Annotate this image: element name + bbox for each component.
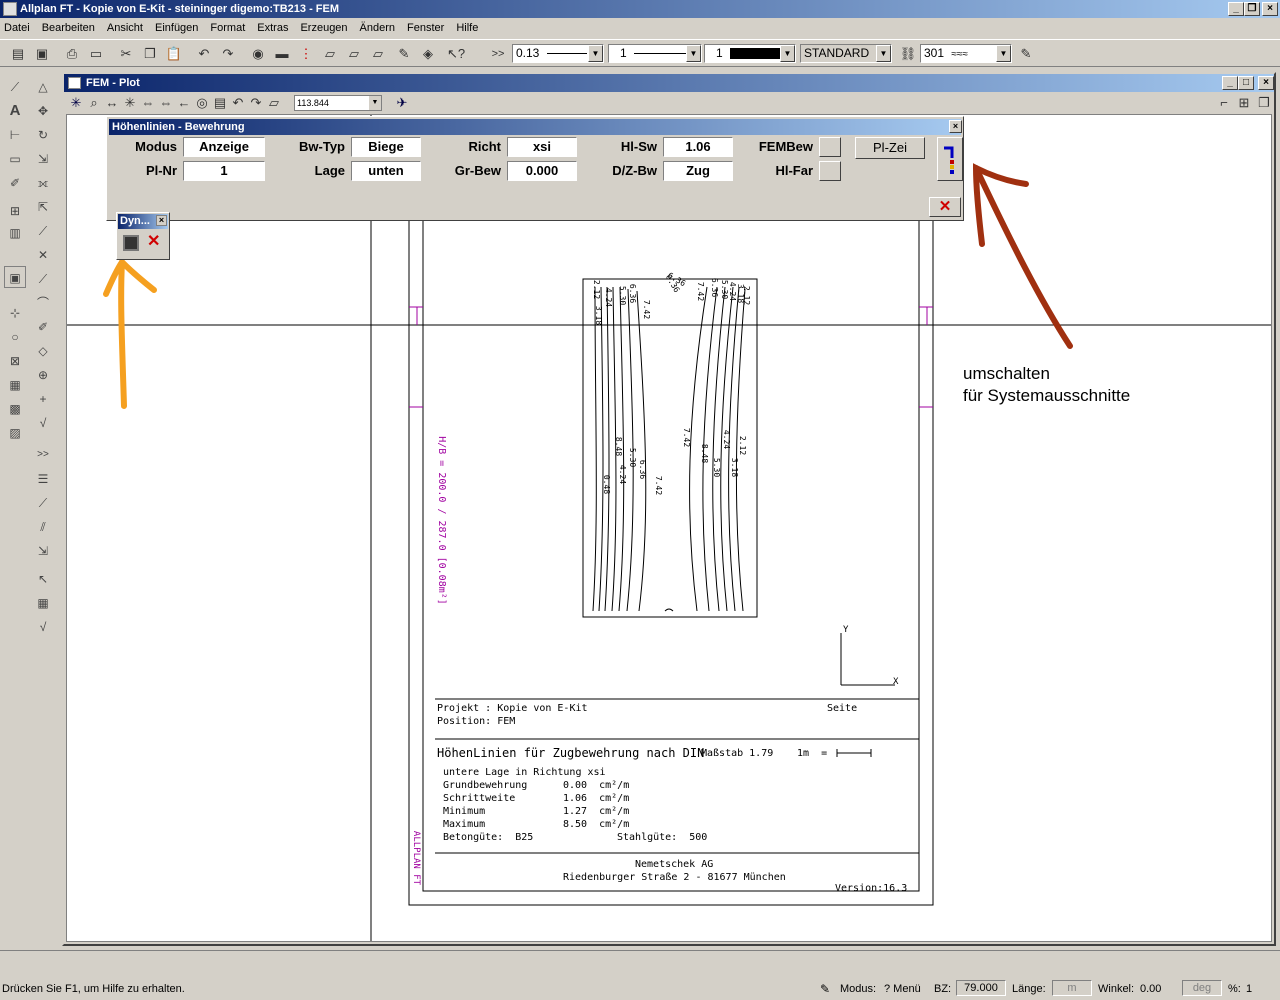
dialog-cancel-icon[interactable]: ✕: [929, 197, 961, 217]
dyn-titlebar: Dyn... ×: [118, 214, 168, 229]
richt-field[interactable]: xsi: [507, 137, 577, 157]
plnr-field[interactable]: 1: [183, 161, 265, 181]
plnr-label: Pl-Nr: [145, 163, 177, 178]
red-x-icon[interactable]: ✕: [147, 231, 160, 251]
command-bar: [0, 950, 1280, 974]
hoehenlinien-dialog: Höhenlinien - Bewehrung × Modus Anzeige …: [106, 116, 964, 221]
dzbw-field[interactable]: Zug: [663, 161, 733, 181]
plzei-button[interactable]: Pl-Zei: [855, 137, 925, 159]
status-winkel-unit: deg: [1182, 980, 1222, 996]
hlfar-label: Hl-Far: [775, 163, 813, 178]
status-help: Drücken Sie F1, um Hilfe zu erhalten.: [2, 983, 185, 995]
system-toggle-icon: [944, 146, 954, 174]
dialog-title: Höhenlinien - Bewehrung: [112, 121, 245, 133]
dialog-titlebar: Höhenlinien - Bewehrung ×: [109, 119, 962, 135]
status-winkel-value: 0.00: [1140, 983, 1162, 995]
grbew-field[interactable]: 0.000: [507, 161, 577, 181]
status-pct-label: %:: [1228, 983, 1241, 995]
orange-arrow: [103, 257, 157, 409]
hlsw-field[interactable]: 1.06: [663, 137, 733, 157]
modus-icon: ✎: [820, 982, 831, 996]
dyn-window: Dyn... × ✕: [116, 212, 170, 260]
grbew-label: Gr-Bew: [454, 163, 501, 178]
hlfar-checkbox[interactable]: [819, 161, 841, 181]
status-bz-field[interactable]: 79.000: [956, 980, 1006, 996]
lage-field[interactable]: unten: [351, 161, 421, 181]
bwtyp-field[interactable]: Biege: [351, 137, 421, 157]
bwtyp-label: Bw-Typ: [299, 139, 345, 154]
richt-label: Richt: [468, 139, 502, 154]
system-toggle-button[interactable]: [937, 137, 963, 181]
floppy-save-icon[interactable]: [123, 235, 139, 251]
fembew-label: FEMBew: [758, 139, 813, 154]
status-laenge-label: Länge:: [1012, 983, 1046, 995]
hlsw-label: Hl-Sw: [620, 139, 657, 154]
brown-arrow: [972, 163, 1073, 349]
modus-label: Modus: [135, 139, 177, 154]
dyn-title: Dyn...: [120, 215, 150, 227]
dialog-close-icon[interactable]: ×: [949, 120, 962, 133]
fembew-checkbox[interactable]: [819, 137, 841, 157]
status-pct-value: 1: [1246, 983, 1253, 995]
dzbw-label: D/Z-Bw: [612, 163, 657, 178]
status-bz-label: BZ:: [934, 983, 952, 995]
modus-field[interactable]: Anzeige: [183, 137, 265, 157]
status-modus-label: Modus:: [840, 983, 877, 995]
status-modus-value: ? Menü: [884, 983, 921, 995]
status-winkel-label: Winkel:: [1098, 983, 1135, 995]
lage-label: Lage: [314, 163, 345, 178]
status-laenge-unit: m: [1052, 980, 1092, 996]
dyn-close-icon[interactable]: ×: [156, 215, 167, 226]
